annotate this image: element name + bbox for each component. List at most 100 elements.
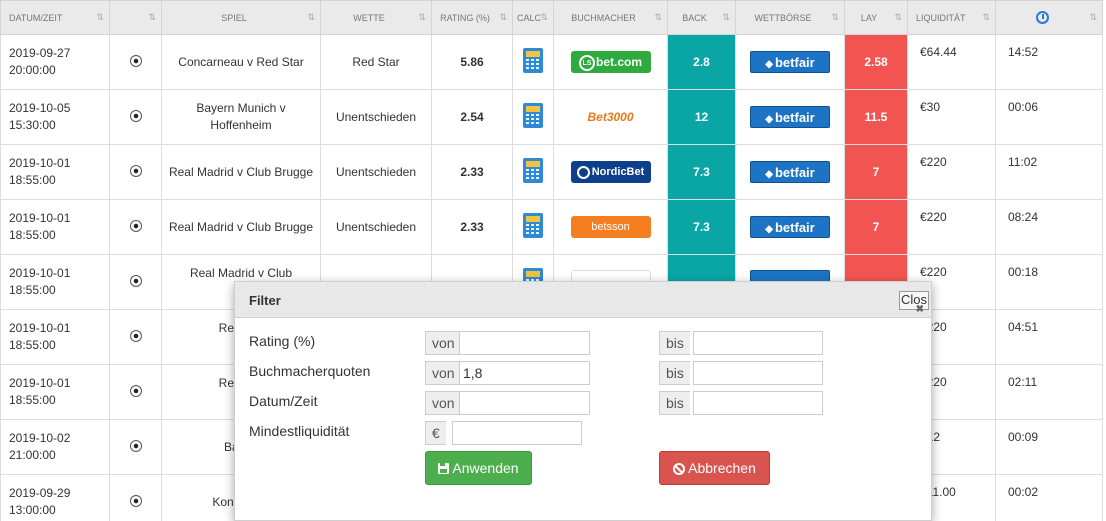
col-header-exchange[interactable]: WETTBÖRSE ⇅ bbox=[735, 0, 845, 35]
age-cell: 08:24 bbox=[995, 199, 1103, 255]
sort-icon[interactable]: ⇅ bbox=[499, 12, 506, 23]
datetime-label: Datum/Zeit bbox=[249, 393, 318, 409]
exchange-cell: ◆ betfair bbox=[735, 199, 845, 255]
bookmaker-logo-lsbet[interactable]: LS bet.com bbox=[570, 51, 651, 73]
rating-from-input[interactable] bbox=[459, 331, 590, 355]
sport-cell bbox=[109, 474, 162, 521]
col-header-sport[interactable]: ⇅ bbox=[109, 0, 162, 35]
rating-to-input[interactable] bbox=[693, 331, 823, 355]
exchange-logo-betfair[interactable]: ◆ betfair bbox=[750, 106, 830, 128]
table-row[interactable]: 2019-10-01 18:55:00 Real Madrid v Club Br… bbox=[0, 199, 1103, 255]
col-header-match[interactable]: SPIEL ⇅ bbox=[161, 0, 321, 35]
table-row[interactable]: 2019-10-05 15:30:00 Bayern Munich v Hoffe… bbox=[0, 89, 1103, 145]
odds-label: Buchmacherquoten bbox=[249, 363, 371, 379]
sort-icon[interactable]: ⇅ bbox=[96, 12, 103, 23]
sport-cell bbox=[109, 309, 162, 365]
exchange-logo-betfair[interactable]: ◆ betfair bbox=[750, 216, 830, 238]
lay-odds-cell: 7 bbox=[844, 144, 908, 200]
date-cell: 2019-10-01 18:55:00 bbox=[0, 199, 110, 255]
back-odds-cell: 12 bbox=[667, 89, 736, 145]
sort-icon[interactable]: ⇅ bbox=[982, 12, 989, 23]
sport-cell bbox=[109, 254, 162, 310]
col-header-calc[interactable]: CALC ⇅ bbox=[512, 0, 554, 35]
sort-icon[interactable]: ⇅ bbox=[654, 12, 661, 23]
table-row[interactable]: 2019-10-01 18:55:00 Real Madrid v Club Br… bbox=[0, 144, 1103, 200]
exchange-logo-betfair[interactable]: ◆ betfair bbox=[750, 51, 830, 73]
age-cell: 00:06 bbox=[995, 89, 1103, 145]
save-icon bbox=[438, 463, 450, 474]
bet-cell: Red Star bbox=[320, 34, 432, 90]
date-cell: 2019-10-01 18:55:00 bbox=[0, 309, 110, 365]
rating-to-addon: bis bbox=[659, 331, 690, 355]
calculator-icon[interactable] bbox=[523, 103, 543, 128]
bet-cell: Unentschieden bbox=[320, 144, 432, 200]
sort-icon[interactable]: ⇅ bbox=[307, 12, 314, 23]
col-header-bookmaker[interactable]: BUCHMACHER ⇅ bbox=[553, 0, 668, 35]
datetime-from-input[interactable] bbox=[459, 391, 590, 415]
rating-cell: 2.33 bbox=[431, 144, 513, 200]
soccer-ball-icon bbox=[129, 384, 142, 397]
table-header-row: DATUM/ZEIT ⇅ ⇅ SPIEL ⇅ WETTE ⇅ RATING (%) ⇅ … bbox=[0, 0, 1103, 35]
rating-label: Rating (%) bbox=[249, 333, 316, 349]
table-row[interactable]: 2019-09-27 20:00:00 Concarneau v Red Star… bbox=[0, 34, 1103, 90]
calculator-icon[interactable] bbox=[523, 213, 543, 238]
datetime-to-input[interactable] bbox=[693, 391, 823, 415]
calculator-icon[interactable] bbox=[523, 158, 543, 183]
filter-dialog: Filter Clos ✖ Rating (%) von bis Buchmach… bbox=[234, 281, 932, 521]
liquidity-cell: €220 bbox=[907, 199, 996, 255]
lay-odds-cell: 7 bbox=[844, 199, 908, 255]
soccer-ball-icon bbox=[129, 54, 142, 67]
calc-cell bbox=[512, 144, 554, 200]
col-header-date[interactable]: DATUM/ZEIT ⇅ bbox=[0, 0, 110, 35]
age-cell: 04:51 bbox=[995, 309, 1103, 365]
min-liquidity-input[interactable] bbox=[452, 421, 582, 445]
sort-icon[interactable]: ⇅ bbox=[894, 12, 901, 23]
col-header-age[interactable]: ⇅ bbox=[995, 0, 1103, 35]
col-header-liquidity[interactable]: LIQUIDITÄT ⇅ bbox=[907, 0, 996, 35]
col-header-lay[interactable]: LAY ⇅ bbox=[844, 0, 908, 35]
soccer-ball-icon bbox=[129, 439, 142, 452]
col-header-bet[interactable]: WETTE ⇅ bbox=[320, 0, 432, 35]
bookmaker-cell: LS bet.com bbox=[553, 34, 668, 90]
match-cell: Bayern Munich v Hoffenheim bbox=[161, 89, 321, 145]
soccer-ball-icon bbox=[129, 219, 142, 232]
bookmaker-logo-nordicbet[interactable]: NordicBet bbox=[570, 161, 651, 183]
sort-icon[interactable]: ⇅ bbox=[1089, 12, 1096, 23]
bookmaker-logo-betsson[interactable]: betsson bbox=[570, 216, 651, 238]
date-cell: 2019-10-02 21:00:00 bbox=[0, 419, 110, 475]
odds-from-input[interactable] bbox=[459, 361, 590, 385]
sort-icon[interactable]: ⇅ bbox=[722, 12, 729, 23]
sort-icon[interactable]: ⇅ bbox=[418, 12, 425, 23]
rating-cell: 5.86 bbox=[431, 34, 513, 90]
soccer-ball-icon bbox=[129, 494, 142, 507]
bookmaker-logo-bet3000[interactable]: Bet3000 bbox=[571, 106, 651, 128]
dialog-header: Filter Clos ✖ bbox=[235, 282, 931, 318]
euro-addon: € bbox=[425, 421, 446, 445]
date-cell: 2019-10-01 18:55:00 bbox=[0, 144, 110, 200]
rating-cell: 2.54 bbox=[431, 89, 513, 145]
sport-cell bbox=[109, 34, 162, 90]
match-cell: Concarneau v Red Star bbox=[161, 34, 321, 90]
col-header-rating[interactable]: RATING (%) ⇅ bbox=[431, 0, 513, 35]
calc-cell bbox=[512, 34, 554, 90]
soccer-ball-icon bbox=[129, 274, 142, 287]
sort-icon[interactable]: ⇅ bbox=[831, 12, 838, 23]
cancel-button[interactable]: Abbrechen bbox=[659, 451, 770, 485]
close-icon[interactable]: ✖ bbox=[916, 304, 924, 315]
bet-cell: Unentschieden bbox=[320, 199, 432, 255]
apply-button[interactable]: Anwenden bbox=[425, 451, 532, 485]
match-cell: Real Madrid v Club Brugge bbox=[161, 199, 321, 255]
soccer-ball-icon bbox=[129, 164, 142, 177]
dialog-title: Filter bbox=[249, 293, 281, 308]
calculator-icon[interactable] bbox=[523, 48, 543, 73]
col-header-back[interactable]: BACK ⇅ bbox=[667, 0, 736, 35]
odds-from-addon: von bbox=[425, 361, 461, 385]
sort-icon[interactable]: ⇅ bbox=[540, 12, 547, 23]
exchange-logo-betfair[interactable]: ◆ betfair bbox=[750, 161, 830, 183]
exchange-cell: ◆ betfair bbox=[735, 34, 845, 90]
age-cell: 11:02 bbox=[995, 144, 1103, 200]
odds-to-input[interactable] bbox=[693, 361, 823, 385]
sort-icon[interactable]: ⇅ bbox=[148, 12, 155, 23]
close-button[interactable]: Clos ✖ bbox=[898, 291, 929, 315]
ban-icon bbox=[673, 463, 686, 475]
